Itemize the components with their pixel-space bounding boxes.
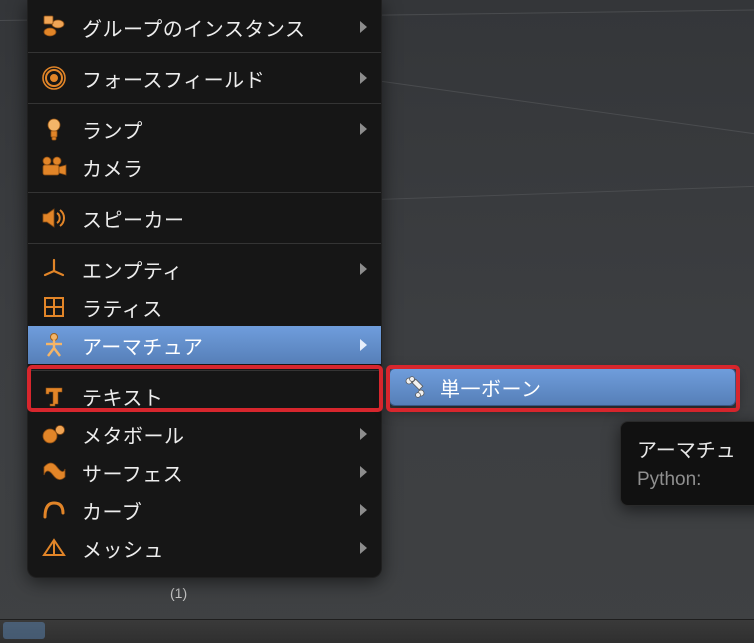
grid-line <box>350 186 754 201</box>
group-instance-icon <box>40 13 68 41</box>
force-field-icon <box>40 64 68 92</box>
menu-label: ラティス <box>82 293 163 322</box>
menu-separator <box>28 192 381 193</box>
lamp-icon <box>40 115 68 143</box>
menu-item-speaker[interactable]: スピーカー <box>28 199 381 237</box>
menu-label: スピーカー <box>82 204 185 233</box>
menu-item-lattice[interactable]: ラティス <box>28 288 381 326</box>
submenu-arrow-icon <box>360 72 367 84</box>
menu-item-empty[interactable]: エンプティ <box>28 250 381 288</box>
submenu-arrow-icon <box>360 21 367 33</box>
menu-item-armature[interactable]: アーマチュア <box>28 326 381 364</box>
menu-label: カメラ <box>82 153 144 182</box>
mesh-icon <box>40 534 68 562</box>
speaker-icon <box>40 204 68 232</box>
submenu-arrow-icon <box>360 339 367 351</box>
menu-label: エンプティ <box>82 255 183 284</box>
menu-label: フォースフィールド <box>82 64 265 93</box>
menu-item-curve[interactable]: カーブ <box>28 491 381 529</box>
menu-label: サーフェス <box>82 458 183 487</box>
surface-icon <box>40 458 68 486</box>
submenu-arrow-icon <box>360 504 367 516</box>
menu-item-text[interactable]: テキスト <box>28 377 381 415</box>
viewport-overlay-text: (1) <box>170 585 187 601</box>
menu-item-surface[interactable]: サーフェス <box>28 453 381 491</box>
menu-label: テキスト <box>82 382 163 411</box>
menu-item-group-instance[interactable]: グループのインスタンス <box>28 8 381 46</box>
submenu-item-single-bone[interactable]: 単一ボーン <box>390 369 735 405</box>
add-menu[interactable]: グループのインスタンス フォースフィールド <box>27 0 382 578</box>
submenu-arrow-icon <box>360 263 367 275</box>
tooltip-python: Python: <box>637 469 754 491</box>
menu-separator <box>28 243 381 244</box>
menu-separator <box>28 52 381 53</box>
armature-submenu[interactable]: 単一ボーン <box>389 368 736 406</box>
menu-item-force-field[interactable]: フォースフィールド <box>28 59 381 97</box>
tooltip-title: アーマチュ <box>637 434 754 463</box>
submenu-arrow-icon <box>360 542 367 554</box>
text-icon <box>40 382 68 410</box>
menu-label: アーマチュア <box>82 331 203 360</box>
menu-separator <box>28 103 381 104</box>
submenu-arrow-icon <box>360 466 367 478</box>
menu-label: カーブ <box>82 496 142 525</box>
menu-item-metaball[interactable]: メタボール <box>28 415 381 453</box>
empty-icon <box>40 255 68 283</box>
menu-label: グループのインスタンス <box>82 13 306 42</box>
menu-separator <box>28 370 381 371</box>
lattice-icon <box>40 293 68 321</box>
submenu-arrow-icon <box>360 123 367 135</box>
menu-label: ランプ <box>82 115 143 144</box>
tooltip: アーマチュ Python: <box>620 421 754 506</box>
menu-label: メッシュ <box>82 534 164 563</box>
metaball-icon <box>40 420 68 448</box>
armature-icon <box>40 331 68 359</box>
submenu-arrow-icon <box>360 428 367 440</box>
menu-item-mesh[interactable]: メッシュ <box>28 529 381 567</box>
camera-icon <box>40 153 68 181</box>
submenu-label: 単一ボーン <box>440 373 542 402</box>
curve-icon <box>40 496 68 524</box>
bone-icon <box>402 374 428 400</box>
menu-label: メタボール <box>82 420 185 449</box>
grid-line <box>340 75 754 145</box>
menu-item-camera[interactable]: カメラ <box>28 148 381 186</box>
header-bar[interactable] <box>0 619 754 643</box>
menu-item-lamp[interactable]: ランプ <box>28 110 381 148</box>
